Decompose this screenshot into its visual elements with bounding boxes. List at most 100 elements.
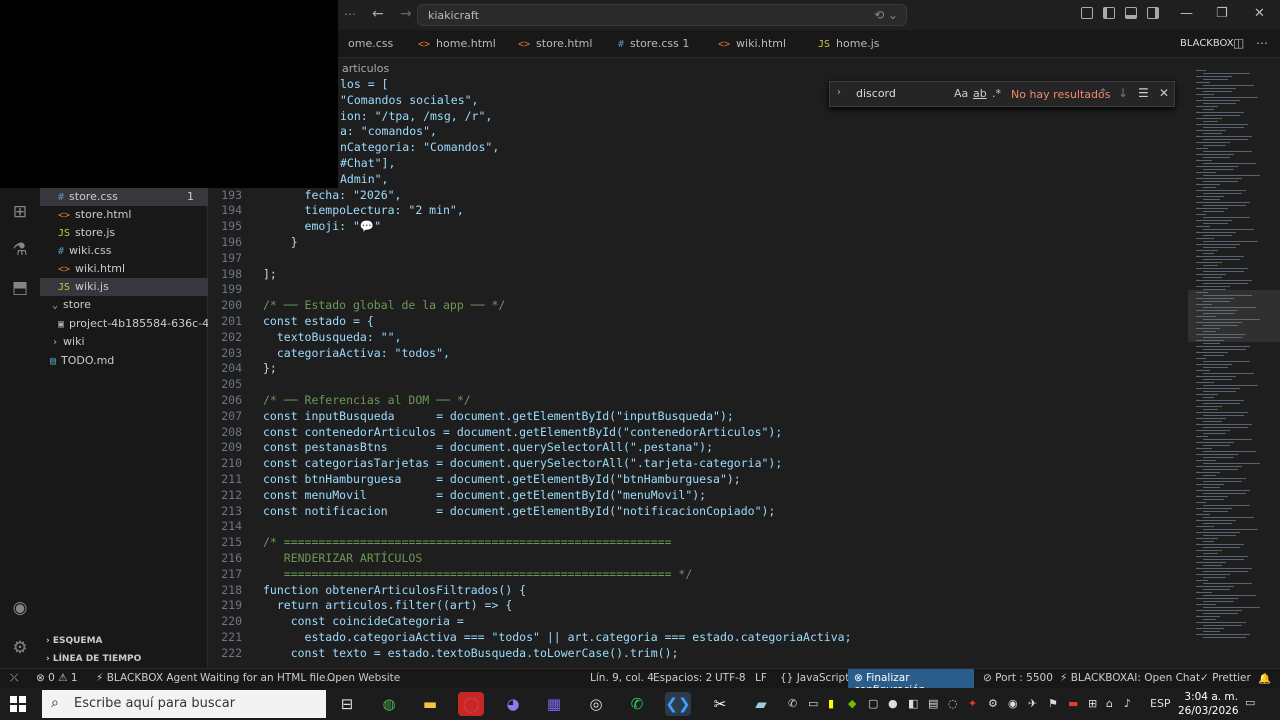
back-arrow-icon[interactable]: ← (372, 6, 384, 22)
indentation[interactable]: Espacios: 2 (653, 672, 712, 684)
gear-icon[interactable]: ⚙ (10, 638, 30, 658)
tray-icon[interactable]: ▭ (808, 697, 818, 710)
encoding[interactable]: UTF-8 (715, 672, 746, 684)
toggle-panel-icon[interactable] (1125, 7, 1137, 19)
prettier[interactable]: ✓ Prettier (1200, 672, 1251, 684)
live-server-port[interactable]: ⊘ Port : 5500 (983, 672, 1053, 684)
capcut-icon[interactable]: ✂ (707, 692, 733, 716)
file-project-image[interactable]: ▣ project-4b185584-636c-4... (40, 315, 208, 333)
tray-icon[interactable]: ⚙ (988, 697, 998, 710)
arrow-down-icon[interactable]: ↓ (1118, 86, 1128, 100)
layout-customize-icon[interactable] (1081, 7, 1093, 19)
file-store-js[interactable]: JS store.js (40, 224, 208, 242)
code-editor[interactable]: los = ["Comandos sociales", ion: "/tpa, /… (208, 58, 1188, 668)
remote-icon[interactable]: ⤫ (10, 672, 18, 685)
maximize-icon[interactable]: ❐ (1216, 6, 1228, 21)
folder-store[interactable]: ⌄ store (40, 296, 208, 314)
app-icon[interactable]: ▦ (541, 692, 567, 716)
language-mode[interactable]: {} JavaScript (780, 672, 849, 684)
find-in-selection-icon[interactable]: ☰ (1138, 86, 1149, 100)
minimap-line (1203, 397, 1214, 398)
file-wiki-css[interactable]: # wiki.css (40, 242, 208, 260)
file-store-css[interactable]: # store.css 1 (40, 188, 208, 206)
arrow-up-icon[interactable]: ↑ (1098, 86, 1108, 100)
tray-icon[interactable]: ▬ (1068, 697, 1078, 710)
tab-store-html[interactable]: <> store.html (508, 30, 602, 58)
tray-icon[interactable]: ● (888, 697, 898, 710)
split-editor-icon[interactable]: ◫ (1233, 36, 1244, 50)
minimap-slider[interactable] (1188, 290, 1280, 342)
task-view-icon[interactable]: ⊟ (334, 692, 360, 716)
file-wiki-html[interactable]: <> wiki.html (40, 260, 208, 278)
app-icon-2[interactable]: ▰ (748, 692, 774, 716)
nvidia-icon[interactable]: ◆ (848, 697, 856, 710)
extensions-icon[interactable]: ⊞ (10, 202, 30, 222)
chrome-icon[interactable]: ◍ (376, 692, 402, 716)
eol[interactable]: LF (755, 672, 767, 684)
match-case-icon[interactable]: Aa (954, 87, 968, 100)
tray-icon[interactable]: ✈ (1028, 697, 1037, 710)
file-store-html[interactable]: <> store.html (40, 206, 208, 224)
section-esquema[interactable]: › ESQUEMA (46, 636, 103, 646)
more-icon[interactable]: ⋯ (344, 7, 356, 21)
file-wiki-js[interactable]: JS wiki.js (40, 278, 208, 296)
toggle-sidebar-icon[interactable] (1103, 7, 1115, 19)
notifications-icon[interactable]: ▭ (1245, 696, 1255, 709)
windows-start-icon[interactable] (10, 696, 26, 712)
close-window-icon[interactable]: ✕ (1254, 6, 1265, 21)
tray-whatsapp-icon[interactable]: ✆ (788, 697, 797, 710)
folder-wiki[interactable]: › wiki (40, 333, 208, 351)
file-todo-md[interactable]: ▤ TODO.md (40, 352, 208, 370)
section-label: LÍNEA DE TIEMPO (52, 654, 142, 664)
tray-icon[interactable]: ▮ (828, 697, 834, 710)
language-indicator[interactable]: ESP (1150, 697, 1171, 710)
tray-icon[interactable]: ▤ (928, 697, 938, 710)
blackboxai-chat[interactable]: ⚡ BLACKBOXAI: Open Chat (1060, 672, 1200, 684)
command-center[interactable]: kiakicraft ⟲ ⌄ (417, 4, 907, 26)
cursor-position[interactable]: Lín. 9, col. 4 (590, 672, 654, 684)
blackbox-label[interactable]: BLACKBOX (1180, 38, 1234, 49)
toggle-secondary-sidebar-icon[interactable] (1147, 7, 1159, 19)
minimap-line (1196, 430, 1230, 431)
forward-arrow-icon[interactable]: → (400, 6, 412, 22)
tray-icon[interactable]: ⊞ (1088, 697, 1097, 710)
clock[interactable]: 3:04 a. m. 26/03/2026 (1178, 690, 1239, 718)
minimap[interactable] (1188, 58, 1280, 668)
whole-word-icon[interactable]: ab (973, 87, 987, 100)
section-linea-tiempo[interactable]: › LÍNEA DE TIEMPO (46, 654, 141, 664)
testing-icon[interactable]: ⚗ (10, 240, 30, 260)
tray-icon[interactable]: ⚑ (1048, 697, 1058, 710)
tab-home-html[interactable]: <> home.html (408, 30, 506, 58)
taskbar-search[interactable]: ⌕ Escribe aquí para buscar (42, 690, 326, 718)
opera-icon[interactable]: ◯ (458, 692, 484, 716)
blackbox-agent[interactable]: ⚡ BLACKBOX Agent (96, 672, 197, 684)
tray-icon[interactable]: ▢ (868, 697, 878, 710)
problems-indicator[interactable]: ⊗ 0 ⚠ 1 (36, 672, 78, 684)
tray-icon[interactable]: ◧ (908, 697, 918, 710)
minimize-icon[interactable]: — (1180, 6, 1193, 21)
vscode-icon[interactable]: ❮❯ (665, 692, 691, 716)
discord-icon[interactable]: ◕ (500, 692, 526, 716)
close-icon[interactable]: ✕ (1159, 86, 1169, 100)
obs-icon[interactable]: ◎ (583, 692, 609, 716)
tab-wiki-html[interactable]: <> wiki.html (708, 30, 796, 58)
network-icon[interactable]: ⌂ (1106, 697, 1113, 710)
finalizar-config-button[interactable]: ⊗ Finalizar configuración (848, 669, 974, 696)
tab-home-js[interactable]: JS home.js (808, 30, 890, 58)
tray-icon[interactable]: ✦ (968, 697, 977, 710)
bell-icon[interactable]: 🔔 (1258, 672, 1271, 685)
whatsapp-icon[interactable]: ✆ (624, 692, 650, 716)
copilot-icon[interactable]: ⟲ ⌄ (874, 8, 898, 22)
file-explorer-icon[interactable]: ▬ (417, 692, 443, 716)
chevron-right-icon[interactable]: › (837, 87, 841, 98)
tab-home-css[interactable]: ome.css (338, 30, 403, 58)
regex-icon[interactable]: .* (992, 87, 1001, 100)
account-icon[interactable]: ◉ (10, 598, 30, 618)
more-actions-icon[interactable]: ⋯ (1256, 36, 1268, 50)
tab-store-css[interactable]: # store.css 1 (608, 30, 699, 58)
open-website[interactable]: Open Website (327, 672, 400, 684)
tray-icon[interactable]: ◌ (948, 697, 958, 710)
volume-icon[interactable]: ♪ (1124, 697, 1131, 710)
steam-icon[interactable]: ◉ (1008, 697, 1018, 710)
remote-explorer-icon[interactable]: ⬒ (10, 278, 30, 298)
